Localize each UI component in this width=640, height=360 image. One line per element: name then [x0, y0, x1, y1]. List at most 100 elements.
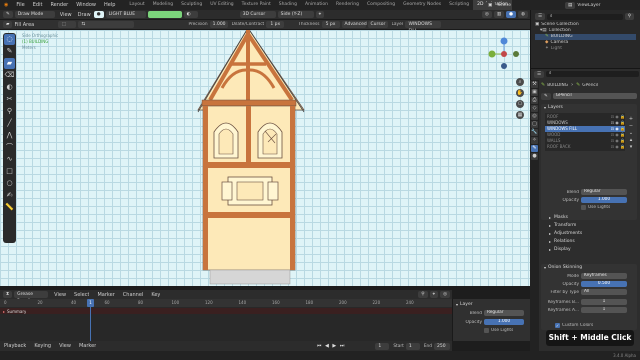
- section-masks[interactable]: ▸ Masks: [541, 214, 637, 222]
- workspace-tab-compositing[interactable]: Compositing: [363, 0, 399, 10]
- cutter-icon[interactable]: ✂: [4, 94, 15, 105]
- section-display[interactable]: ▸ Display: [541, 246, 637, 254]
- scene-tab-icon[interactable]: ◇: [531, 105, 538, 112]
- workspace-tab-scripting[interactable]: Scripting: [445, 0, 473, 10]
- pan-icon[interactable]: ✋: [516, 89, 524, 97]
- material-dropdown[interactable]: LIGHT BLUE: [105, 11, 146, 18]
- section-transform[interactable]: ▸ Transform: [541, 222, 637, 230]
- thickness-field[interactable]: 5 px: [321, 21, 340, 28]
- axis-y-icon[interactable]: [488, 50, 496, 58]
- workspace-tab-geometry-nodes[interactable]: Geometry Nodes: [399, 0, 445, 10]
- dilate-field[interactable]: 1 px: [266, 21, 285, 28]
- blend-dropdown[interactable]: Regular: [581, 189, 627, 195]
- timeline-menu-select[interactable]: Select: [74, 292, 89, 298]
- precision-field[interactable]: 1.000: [209, 21, 228, 28]
- tint-icon[interactable]: ◐: [4, 82, 15, 93]
- snap-timeline-icon[interactable]: ⌖: [429, 291, 439, 298]
- ortho-toggle-icon[interactable]: ▦: [516, 111, 524, 119]
- filter-icon[interactable]: ⚲: [418, 291, 428, 298]
- section-adjustments[interactable]: ▸ Adjustments: [541, 230, 637, 238]
- tl-opacity-slider[interactable]: 1.000: [484, 319, 524, 325]
- draw-icon[interactable]: ✎: [4, 46, 15, 57]
- footer-marker-menu[interactable]: Marker: [79, 343, 96, 349]
- curve-icon[interactable]: ∿: [4, 154, 15, 165]
- workspace-tab-rendering[interactable]: Rendering: [332, 0, 363, 10]
- vertex-color-toggle[interactable]: ◐: [183, 11, 198, 18]
- workspace-tab-shading[interactable]: Shading: [275, 0, 301, 10]
- outliner-editor-icon[interactable]: ☰: [535, 13, 546, 20]
- timeline-menu-view[interactable]: View: [54, 292, 66, 298]
- playback-controls[interactable]: ⏮ ◀ ▶ ⏭: [317, 343, 345, 349]
- measure-icon[interactable]: 📏: [4, 202, 15, 213]
- onion-mode-dropdown[interactable]: Keyframes: [581, 273, 627, 279]
- onion-header[interactable]: ▾ Onion Skinning: [541, 264, 637, 272]
- navigation-gizmo[interactable]: [486, 36, 522, 72]
- timeline-ruler[interactable]: 0 20 40 60 80 100 120 140 160 180 200 220 240: [0, 299, 452, 307]
- polyline-icon[interactable]: ⋀: [4, 130, 15, 141]
- modifier-tab-icon[interactable]: 🔧: [531, 129, 538, 136]
- gpencil-data-icon[interactable]: ✎: [541, 92, 551, 100]
- zoom-icon[interactable]: ⌕: [516, 78, 524, 86]
- properties-editor-icon[interactable]: ☰: [534, 70, 545, 78]
- end-field[interactable]: 250: [434, 342, 450, 350]
- camera-view-icon[interactable]: ⎔: [516, 100, 524, 108]
- menu-window[interactable]: Window: [72, 2, 100, 8]
- workspace-tab-sculpting[interactable]: Sculpting: [177, 0, 206, 10]
- timeline-menu-channel[interactable]: Channel: [123, 292, 144, 298]
- summary-channel[interactable]: ▸ Summary: [0, 308, 452, 314]
- outliner-filter-icon[interactable]: ⚲: [624, 13, 634, 20]
- properties-search[interactable]: ⌕: [546, 71, 639, 77]
- custom-colors-checkbox[interactable]: ✓: [555, 323, 560, 328]
- layers-panel-header[interactable]: ▾ Layers: [541, 104, 637, 112]
- timeline-menu-marker[interactable]: Marker: [97, 292, 114, 298]
- layer-toggles-icon[interactable]: ⊡ ◉ 🔒: [611, 144, 625, 150]
- effects-tab-icon[interactable]: ✧: [531, 137, 538, 144]
- move-down-icon[interactable]: ▾: [627, 144, 635, 151]
- fill-icon[interactable]: ▰: [4, 58, 15, 69]
- use-lights-checkbox[interactable]: [581, 205, 586, 210]
- dopesheet-icon[interactable]: ⧗: [3, 291, 13, 298]
- gpencil-data-name[interactable]: GPencil: [552, 93, 637, 99]
- editor-type-icon[interactable]: ✎: [3, 11, 13, 18]
- cursor-options[interactable]: Cursor: [367, 21, 388, 28]
- keyframes-before-field[interactable]: 1: [581, 299, 627, 305]
- proportional-icon[interactable]: ◎: [440, 291, 450, 298]
- material-tab-icon[interactable]: ●: [531, 153, 538, 160]
- eyedropper-icon[interactable]: ⚲: [4, 106, 15, 117]
- workspace-tab-uv-editing[interactable]: UV Editing: [206, 0, 237, 10]
- solid-shading-icon[interactable]: ●: [506, 11, 517, 18]
- menu-view[interactable]: View: [60, 12, 72, 18]
- keying-menu[interactable]: Keying: [34, 343, 51, 349]
- current-frame-indicator[interactable]: 1: [87, 299, 94, 307]
- object-tab-icon[interactable]: ▢: [531, 121, 538, 128]
- section-relations[interactable]: ▸ Relations: [541, 238, 637, 246]
- opacity-slider[interactable]: 1.000: [581, 197, 627, 203]
- scene-selector[interactable]: ▣ Scene: [485, 1, 537, 9]
- filter-type-dropdown[interactable]: All: [581, 289, 627, 295]
- axis-x-icon[interactable]: [501, 51, 507, 57]
- current-frame-field[interactable]: 1: [375, 342, 390, 350]
- view-layer-selector[interactable]: ▤ ViewLayer: [565, 1, 617, 9]
- snap-icon[interactable]: ⌖: [315, 11, 325, 18]
- cursor-dropdown[interactable]: 3D Cursor: [239, 11, 276, 18]
- timeline-menu-key[interactable]: Key: [151, 292, 160, 298]
- data-tab-icon[interactable]: ✎: [531, 145, 538, 152]
- overlay-icon[interactable]: ◎: [481, 11, 492, 18]
- layer-specials-icon[interactable]: ⌄: [627, 130, 635, 137]
- move-up-icon[interactable]: ▴: [627, 137, 635, 144]
- outliner-search[interactable]: ⌕: [547, 13, 623, 20]
- color-swatch[interactable]: [147, 11, 182, 18]
- brush-preset-dropdown[interactable]: ⬚: [58, 21, 77, 28]
- onion-opacity-slider[interactable]: 0.500: [581, 281, 627, 287]
- erase-icon[interactable]: ⌫: [4, 70, 15, 81]
- workspace-tab-texture-paint[interactable]: Texture Paint: [238, 0, 275, 10]
- tl-use-lights-checkbox[interactable]: [484, 328, 489, 333]
- output-tab-icon[interactable]: ⎙: [531, 97, 538, 104]
- workspace-tab-modeling[interactable]: Modeling: [149, 0, 177, 10]
- workspace-tab-layout[interactable]: Layout: [125, 0, 148, 10]
- annotate-icon[interactable]: ✍: [4, 190, 15, 201]
- axis-z-icon[interactable]: [500, 37, 508, 45]
- axis-neg-z-icon[interactable]: [501, 63, 507, 69]
- material-shading-icon[interactable]: ◍: [518, 11, 528, 18]
- blender-logo-icon[interactable]: ◉: [0, 2, 12, 8]
